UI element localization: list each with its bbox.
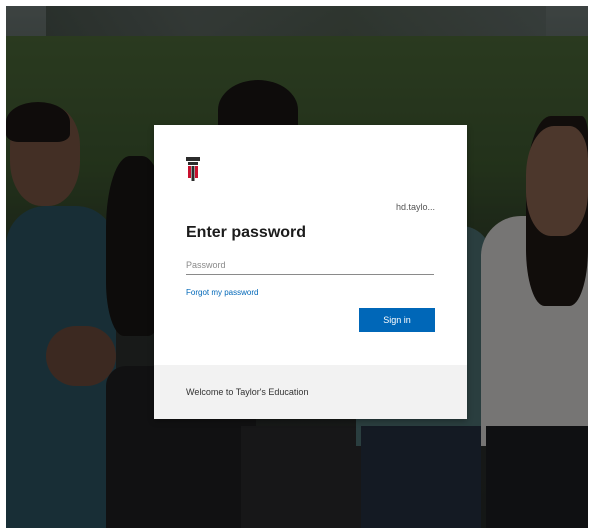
page-title: Enter password	[186, 224, 307, 241]
login-card-body: hd.taylo... Enter password Forgot my pas…	[154, 125, 467, 365]
password-input[interactable]	[186, 256, 434, 275]
welcome-message: Welcome to Taylor's Education	[186, 387, 309, 397]
login-card: hd.taylo... Enter password Forgot my pas…	[154, 125, 467, 419]
forgot-password-link[interactable]: Forgot my password	[186, 288, 258, 297]
login-card-footer: Welcome to Taylor's Education	[154, 365, 467, 419]
taylors-logo-icon	[186, 157, 200, 181]
account-identity[interactable]: hd.taylo...	[396, 202, 435, 212]
login-page-background: hd.taylo... Enter password Forgot my pas…	[6, 6, 588, 528]
sign-in-button[interactable]: Sign in	[359, 308, 435, 332]
